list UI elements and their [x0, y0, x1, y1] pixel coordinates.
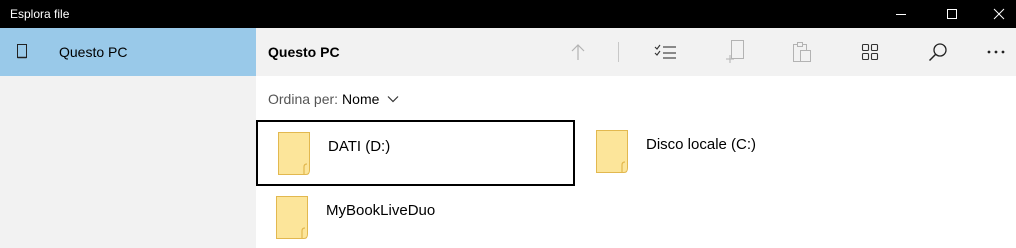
more-icon: [987, 50, 1005, 54]
up-button[interactable]: [562, 36, 594, 68]
close-button[interactable]: [976, 0, 1016, 28]
close-icon: [993, 8, 1005, 20]
select-button[interactable]: [650, 36, 682, 68]
select-items-icon: [654, 44, 676, 59]
sidebar-item-questo-pc[interactable]: Questo PC: [0, 28, 256, 76]
item-tile-mybookliveduo[interactable]: MyBookLiveDuo: [256, 186, 575, 248]
more-button[interactable]: [980, 36, 1012, 68]
item-tile-dati-d[interactable]: DATI (D:): [256, 120, 575, 186]
header-bar: Questo PC: [256, 28, 1016, 76]
sidebar-item-label: Questo PC: [59, 44, 128, 60]
paste-button[interactable]: [786, 36, 818, 68]
search-button[interactable]: [922, 36, 954, 68]
sort-label: Ordina per:: [268, 91, 339, 107]
new-item-icon: [726, 40, 744, 63]
toolbar-separator: [618, 42, 619, 62]
title-bar: Esplora file: [0, 0, 1016, 28]
paste-icon: [793, 42, 811, 62]
maximize-button[interactable]: [929, 0, 975, 28]
sort-value: Nome: [342, 91, 380, 107]
sidebar: Questo PC: [0, 28, 256, 248]
folder-icon: [276, 196, 308, 239]
item-tile-disco-locale-c[interactable]: Disco locale (C:): [576, 120, 895, 186]
page-title: Questo PC: [268, 44, 340, 60]
minimize-button[interactable]: [878, 0, 924, 28]
view-grid-icon: [861, 43, 879, 61]
up-arrow-icon: [571, 44, 585, 60]
folder-icon: [596, 130, 628, 173]
item-label: MyBookLiveDuo: [326, 202, 436, 219]
minimize-icon: [896, 14, 906, 15]
maximize-icon: [947, 9, 957, 19]
sort-dropdown[interactable]: Ordina per: Nome: [268, 90, 399, 108]
window-title: Esplora file: [10, 7, 70, 21]
item-label: Disco locale (C:): [646, 136, 757, 153]
item-label: DATI (D:): [328, 138, 391, 155]
new-item-button[interactable]: [720, 36, 752, 68]
chevron-down-icon: [387, 96, 399, 103]
search-icon: [928, 43, 947, 62]
view-button[interactable]: [854, 36, 886, 68]
device-icon: [17, 44, 27, 59]
folder-icon: [278, 132, 310, 175]
